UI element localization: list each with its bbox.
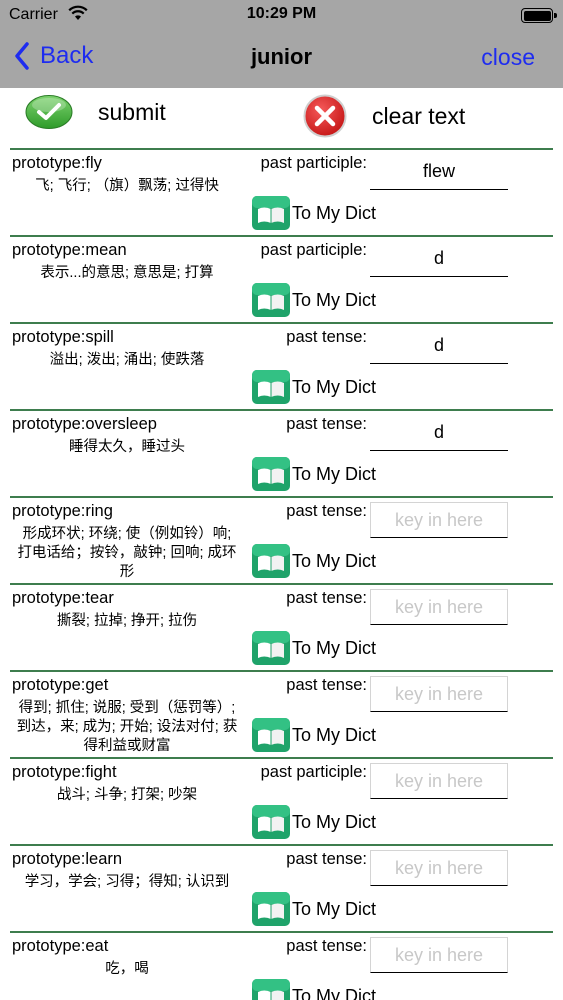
to-my-dict-button[interactable]: To My Dict (251, 630, 376, 666)
meaning-text: 飞; 飞行; （旗）飘荡; 过得快 (35, 178, 219, 194)
answer-input[interactable] (370, 937, 508, 973)
book-icon (252, 457, 290, 491)
tense-label: past participle: (260, 763, 367, 781)
answer-input[interactable] (370, 415, 508, 451)
meaning-text: 吃，喝 (105, 961, 149, 977)
answer-input[interactable] (370, 589, 508, 625)
book-icon (252, 892, 290, 926)
to-my-dict-button[interactable]: To My Dict (251, 369, 376, 405)
word-row: prototype:fly 飞; 飞行; （旗）飘荡; 过得快 past par… (10, 148, 553, 235)
tense-label: past tense: (286, 502, 367, 520)
to-my-dict-button[interactable]: To My Dict (251, 456, 376, 492)
prototype-label: prototype:fly (12, 154, 102, 172)
to-my-dict-label: To My Dict (292, 811, 377, 832)
prototype-label: prototype:fight (12, 763, 117, 781)
prototype-label: prototype:ring (12, 502, 113, 520)
meaning-text: 战斗; 斗争; 打架; 吵架 (56, 787, 198, 803)
to-my-dict-button[interactable]: To My Dict (251, 978, 376, 1000)
to-my-dict-label: To My Dict (292, 463, 377, 484)
tense-label: past tense: (286, 328, 367, 346)
to-my-dict-label: To My Dict (292, 202, 377, 223)
navigation-bar: Back junior close (0, 30, 563, 88)
prototype-label: prototype:eat (12, 937, 109, 955)
word-row: prototype:spill 溢出; 泼出; 涌出; 使跌落 past ten… (10, 322, 553, 409)
book-icon (252, 544, 290, 578)
book-icon (252, 196, 290, 230)
tense-label: past tense: (286, 937, 367, 955)
to-my-dict-button[interactable]: To My Dict (251, 891, 376, 927)
to-my-dict-label: To My Dict (292, 898, 377, 919)
prototype-label: prototype:oversleep (12, 415, 157, 433)
prototype-label: prototype:learn (12, 850, 123, 868)
word-row: prototype:get 得到; 抓住; 说服; 受到（惩罚等）; 到达，来;… (10, 670, 553, 757)
book-icon (252, 805, 290, 839)
to-my-dict-label: To My Dict (292, 550, 377, 571)
battery-icon (521, 8, 557, 23)
to-my-dict-label: To My Dict (292, 724, 377, 745)
to-my-dict-button[interactable]: To My Dict (251, 282, 376, 318)
book-icon (252, 283, 290, 317)
word-row: prototype:fight 战斗; 斗争; 打架; 吵架 past part… (10, 757, 553, 844)
book-icon (252, 718, 290, 752)
tense-label: past participle: (260, 154, 367, 172)
meaning-text: 溢出; 泼出; 涌出; 使跌落 (49, 352, 205, 368)
answer-input[interactable] (370, 241, 508, 277)
tense-label: past tense: (286, 589, 367, 607)
clear-x-icon (303, 94, 347, 138)
action-bar: submit clear text (0, 88, 563, 148)
meaning-text: 形成环状; 环绕; 使（例如铃）响; 打电话给；按铃，敲钟; 回响; 成环形 (17, 526, 237, 580)
status-bar: Carrier 10:29 PM (0, 0, 563, 30)
page-title: junior (250, 44, 313, 69)
book-icon (252, 370, 290, 404)
to-my-dict-button[interactable]: To My Dict (251, 804, 376, 840)
book-icon (252, 631, 290, 665)
to-my-dict-label: To My Dict (292, 985, 377, 1000)
to-my-dict-label: To My Dict (292, 289, 377, 310)
word-row: prototype:oversleep 睡得太久，睡过头 past tense:… (10, 409, 553, 496)
to-my-dict-button[interactable]: To My Dict (251, 195, 376, 231)
book-icon (252, 979, 290, 1000)
word-row: prototype:ring 形成环状; 环绕; 使（例如铃）响; 打电话给；按… (10, 496, 553, 583)
word-row: prototype:eat 吃，喝 past tense: To My Dict (10, 931, 553, 1000)
prototype-label: prototype:get (12, 676, 109, 694)
word-list: prototype:fly 飞; 飞行; （旗）飘荡; 过得快 past par… (0, 148, 563, 1000)
prototype-label: prototype:mean (12, 241, 127, 259)
answer-input[interactable] (370, 676, 508, 712)
clear-text-label: clear text (372, 102, 466, 129)
close-button[interactable]: close (481, 44, 535, 71)
to-my-dict-label: To My Dict (292, 637, 377, 658)
to-my-dict-button[interactable]: To My Dict (251, 717, 376, 753)
meaning-text: 学习，学会; 习得；得知; 认识到 (24, 874, 230, 890)
answer-input[interactable] (370, 850, 508, 886)
tense-label: past tense: (286, 850, 367, 868)
tense-label: past tense: (286, 676, 367, 694)
meaning-text: 表示...的意思; 意思是; 打算 (40, 265, 214, 281)
to-my-dict-label: To My Dict (292, 376, 377, 397)
prototype-label: prototype:tear (12, 589, 114, 607)
answer-input[interactable] (370, 328, 508, 364)
meaning-text: 睡得太久，睡过头 (69, 439, 185, 455)
clear-text-button[interactable]: clear text (303, 94, 465, 138)
top-bar: Carrier 10:29 PM Back junior close (0, 0, 563, 88)
submit-label: submit (98, 98, 166, 125)
answer-input[interactable] (370, 154, 508, 190)
answer-input[interactable] (370, 763, 508, 799)
checkmark-icon (25, 95, 73, 129)
tense-label: past tense: (286, 415, 367, 433)
word-row: prototype:learn 学习，学会; 习得；得知; 认识到 past t… (10, 844, 553, 931)
tense-label: past participle: (260, 241, 367, 259)
submit-button[interactable]: submit (25, 94, 166, 130)
meaning-text: 得到; 抓住; 说服; 受到（惩罚等）; 到达，来; 成为; 开始; 设法对付;… (16, 700, 238, 754)
word-row: prototype:mean 表示...的意思; 意思是; 打算 past pa… (10, 235, 553, 322)
clock: 10:29 PM (246, 5, 317, 22)
to-my-dict-button[interactable]: To My Dict (251, 543, 376, 579)
prototype-label: prototype:spill (12, 328, 114, 346)
answer-input[interactable] (370, 502, 508, 538)
word-row: prototype:tear 撕裂; 拉掉; 挣开; 拉伤 past tense… (10, 583, 553, 670)
meaning-text: 撕裂; 拉掉; 挣开; 拉伤 (56, 613, 198, 629)
